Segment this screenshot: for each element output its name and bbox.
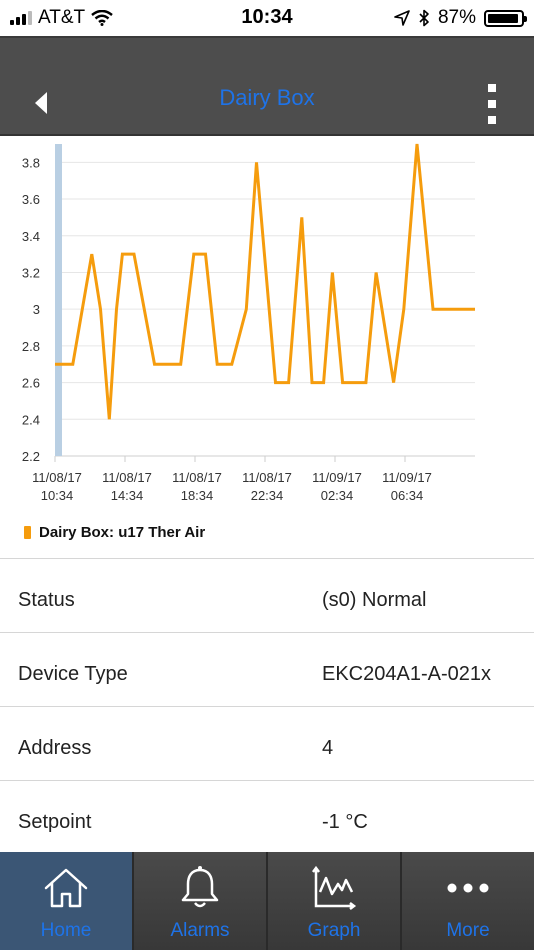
- y-tick-label: 3.2: [22, 265, 40, 280]
- status-right: 87%: [394, 7, 527, 29]
- tab-bar: Home Alarms Graph More: [0, 852, 534, 950]
- status-bar: AT&T 10:34 87%: [0, 0, 534, 36]
- detail-row-setpoint: Setpoint -1 °C: [0, 780, 534, 854]
- legend-label: Dairy Box: u17 Ther Air: [39, 524, 206, 541]
- temperature-chart: 2.2 2.4 2.6 2.8 3 3.2 3.4 3.6 3.8 11/08/17 10:34 11…: [0, 136, 534, 556]
- battery-percent: 87%: [437, 7, 476, 28]
- x-tick-date: 11/09/17: [312, 470, 362, 485]
- y-tick-label: 3.8: [22, 155, 40, 170]
- x-tick-date: 11/08/17: [102, 470, 152, 485]
- tab-more[interactable]: More: [402, 852, 534, 950]
- detail-row-address: Address 4: [0, 706, 534, 780]
- y-tick-label: 2.6: [22, 376, 40, 391]
- location-arrow-icon: [394, 10, 410, 26]
- x-tick-time: 18:34: [181, 488, 214, 503]
- detail-key: Device Type: [18, 663, 128, 685]
- tab-alarms[interactable]: Alarms: [134, 852, 268, 950]
- page-title: Dairy Box: [219, 85, 315, 110]
- detail-key: Address: [18, 737, 92, 759]
- tab-label: Home: [40, 920, 92, 941]
- y-axis-band: [55, 144, 62, 456]
- legend-swatch: [24, 526, 31, 539]
- device-details: Status (s0) Normal Device Type EKC204A1-…: [0, 558, 534, 854]
- home-icon: [44, 868, 88, 908]
- detail-value: 4: [322, 737, 334, 759]
- tab-label: Alarms: [170, 920, 230, 941]
- y-tick-label: 2.2: [22, 449, 40, 464]
- bluetooth-icon: [419, 9, 429, 27]
- x-tick-time: 06:34: [391, 488, 424, 503]
- detail-row-device-type: Device Type EKC204A1-A-021x: [0, 632, 534, 706]
- x-tick-time: 10:34: [41, 488, 74, 503]
- detail-row-status: Status (s0) Normal: [0, 558, 534, 632]
- detail-value: (s0) Normal: [322, 589, 427, 611]
- x-tick-date: 11/08/17: [242, 470, 292, 485]
- x-tick-date: 11/08/17: [32, 470, 82, 485]
- x-tick-time: 22:34: [251, 488, 284, 503]
- detail-key: Setpoint: [18, 811, 92, 833]
- battery-icon: [484, 9, 527, 27]
- y-tick-label: 3.4: [22, 229, 40, 244]
- x-tick-time: 14:34: [111, 488, 144, 503]
- detail-value: EKC204A1-A-021x: [322, 663, 491, 685]
- y-tick-label: 2.8: [22, 339, 40, 354]
- x-tick-date: 11/09/17: [382, 470, 432, 485]
- y-tick-label: 2.4: [22, 412, 40, 427]
- tab-graph[interactable]: Graph: [268, 852, 402, 950]
- detail-value: -1 °C: [322, 811, 368, 833]
- series-line-u17-ther-air: [55, 143, 475, 420]
- graph-icon: [312, 865, 357, 910]
- overflow-menu-icon[interactable]: [484, 84, 500, 124]
- y-tick-label: 3: [33, 302, 40, 317]
- x-tick-time: 02:34: [321, 488, 354, 503]
- detail-key: Status: [18, 589, 75, 611]
- bell-icon: [181, 866, 219, 908]
- more-icon: [447, 883, 489, 893]
- chart-legend: Dairy Box: u17 Ther Air: [24, 524, 205, 541]
- x-tick-date: 11/08/17: [172, 470, 222, 485]
- tab-label: Graph: [307, 920, 361, 941]
- nav-bar: Dairy Box: [0, 36, 534, 136]
- tab-label: More: [446, 920, 490, 941]
- tab-home[interactable]: Home: [0, 852, 134, 950]
- chart-svg: 2.2 2.4 2.6 2.8 3 3.2 3.4 3.6 3.8 11/08/17 10:34 11…: [22, 143, 476, 503]
- y-tick-label: 3.6: [22, 192, 40, 207]
